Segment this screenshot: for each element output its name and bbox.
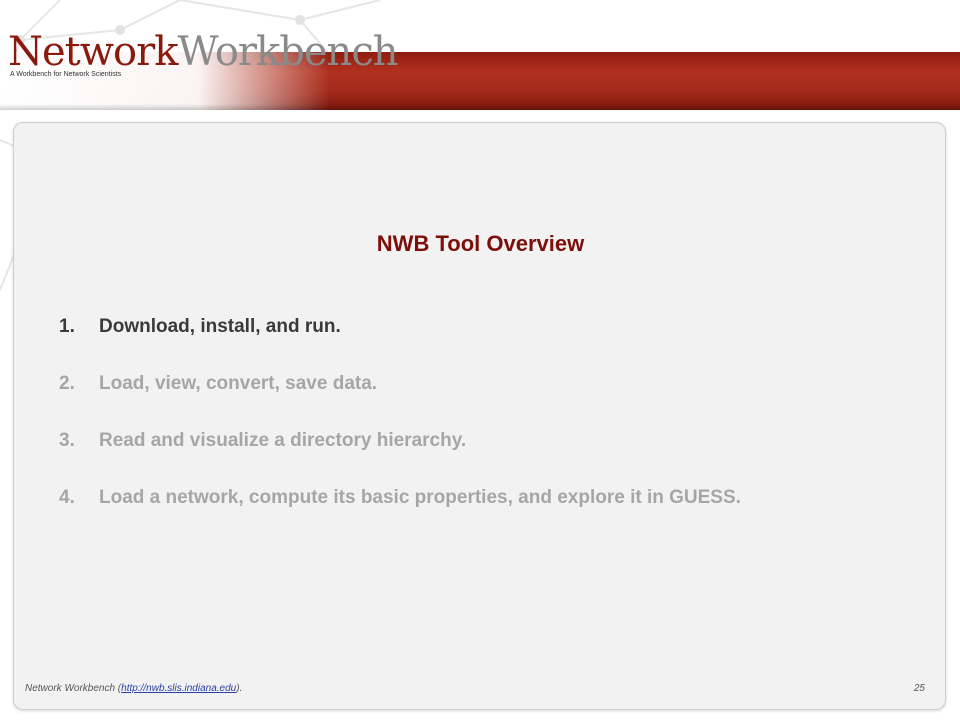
list-item-number: 4. — [59, 487, 75, 508]
slide-content-panel: NWB Tool Overview 1. Download, install, a… — [13, 122, 946, 710]
footer-credit: Network Workbench (http://nwb.slis.india… — [25, 683, 242, 694]
list-item: 3. Read and visualize a directory hierarc… — [59, 429, 741, 486]
list-item: 1. Download, install, and run. — [59, 315, 741, 372]
network-workbench-logo: NetworkWorkbench A Workbench for Network… — [8, 29, 398, 78]
list-item-text: Download, install, and run. — [99, 316, 341, 337]
list-item-text: Read and visualize a directory hierarchy… — [99, 430, 467, 451]
overview-list: 1. Download, install, and run. 2. Load, vi… — [59, 315, 741, 543]
list-item: 2. Load, view, convert, save data. — [59, 372, 741, 429]
logo-title: NetworkWorkbench — [8, 29, 398, 75]
logo-word-network: Network — [8, 29, 178, 75]
list-item-number: 1. — [59, 316, 75, 337]
list-item-text: Load a network, compute its basic proper… — [99, 487, 741, 508]
logo-word-workbench: Workbench — [177, 29, 398, 75]
list-item-text: Load, view, convert, save data. — [99, 373, 378, 394]
list-item-number: 3. — [59, 430, 75, 451]
slide-title: NWB Tool Overview — [376, 231, 585, 256]
footer-prefix: Network Workbench ( — [25, 683, 122, 694]
footer-link[interactable]: http://nwb.slis.indiana.edu — [121, 683, 236, 694]
page-number: 25 — [913, 683, 925, 694]
list-item: 4. Load a network, compute its basic prop… — [59, 486, 741, 543]
footer-suffix: ). — [236, 683, 243, 694]
list-item-number: 2. — [59, 373, 75, 394]
